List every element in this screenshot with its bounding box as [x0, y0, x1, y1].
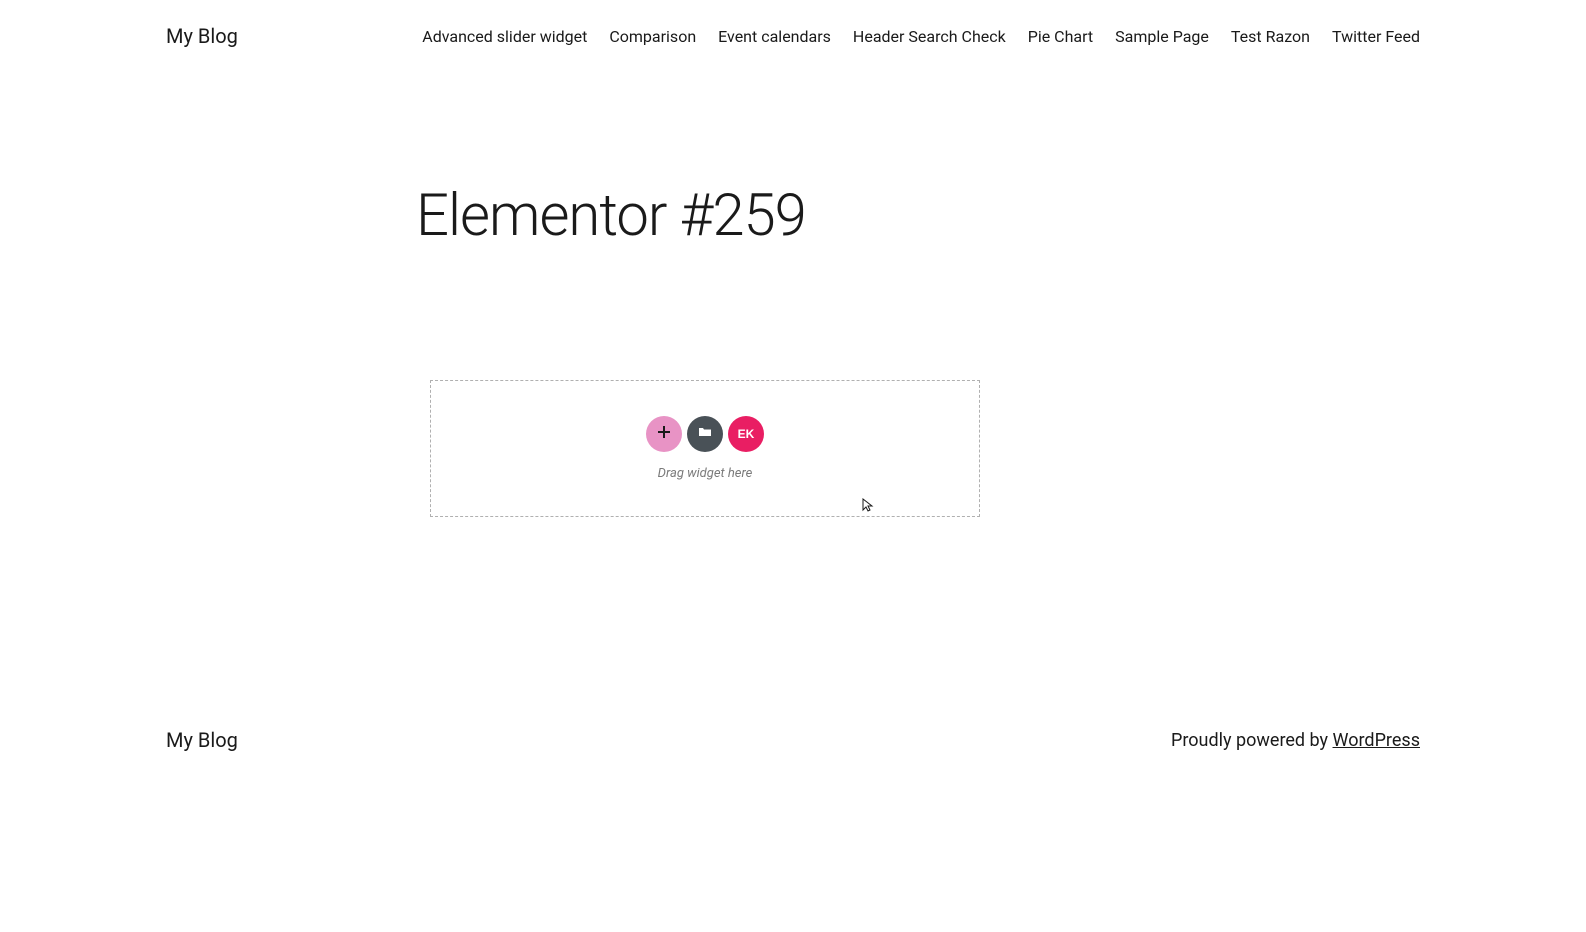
plus-icon: [657, 425, 671, 444]
footer-credit: Proudly powered by WordPress: [1171, 730, 1420, 751]
nav-item-test-razon[interactable]: Test Razon: [1231, 27, 1310, 46]
nav-item-pie-chart[interactable]: Pie Chart: [1028, 27, 1093, 46]
widget-drop-zone[interactable]: EK Drag widget here: [430, 380, 980, 517]
powered-by-text: Proudly powered by: [1171, 730, 1333, 751]
drop-zone-buttons: EK: [646, 416, 764, 452]
nav-item-twitter-feed[interactable]: Twitter Feed: [1332, 27, 1420, 46]
ek-icon: EK: [738, 427, 755, 441]
add-section-button[interactable]: [646, 416, 682, 452]
main-content: Elementor #259 EK: [0, 182, 1586, 517]
main-navigation: Advanced slider widget Comparison Event …: [422, 27, 1420, 46]
nav-item-event-calendars[interactable]: Event calendars: [718, 27, 831, 46]
footer-site-title[interactable]: My Blog: [166, 728, 238, 752]
folder-icon: [698, 425, 712, 444]
wordpress-link[interactable]: WordPress: [1333, 730, 1420, 751]
add-template-button[interactable]: [687, 416, 723, 452]
elementskit-button[interactable]: EK: [728, 416, 764, 452]
nav-item-advanced-slider[interactable]: Advanced slider widget: [422, 27, 587, 46]
site-footer: My Blog Proudly powered by WordPress: [0, 728, 1586, 752]
site-title[interactable]: My Blog: [166, 24, 238, 48]
drop-zone-hint: Drag widget here: [658, 466, 753, 481]
nav-item-sample-page[interactable]: Sample Page: [1115, 27, 1209, 46]
page-title: Elementor #259: [416, 182, 1420, 250]
nav-item-header-search-check[interactable]: Header Search Check: [853, 27, 1006, 46]
nav-item-comparison[interactable]: Comparison: [609, 27, 696, 46]
site-header: My Blog Advanced slider widget Compariso…: [0, 0, 1586, 72]
